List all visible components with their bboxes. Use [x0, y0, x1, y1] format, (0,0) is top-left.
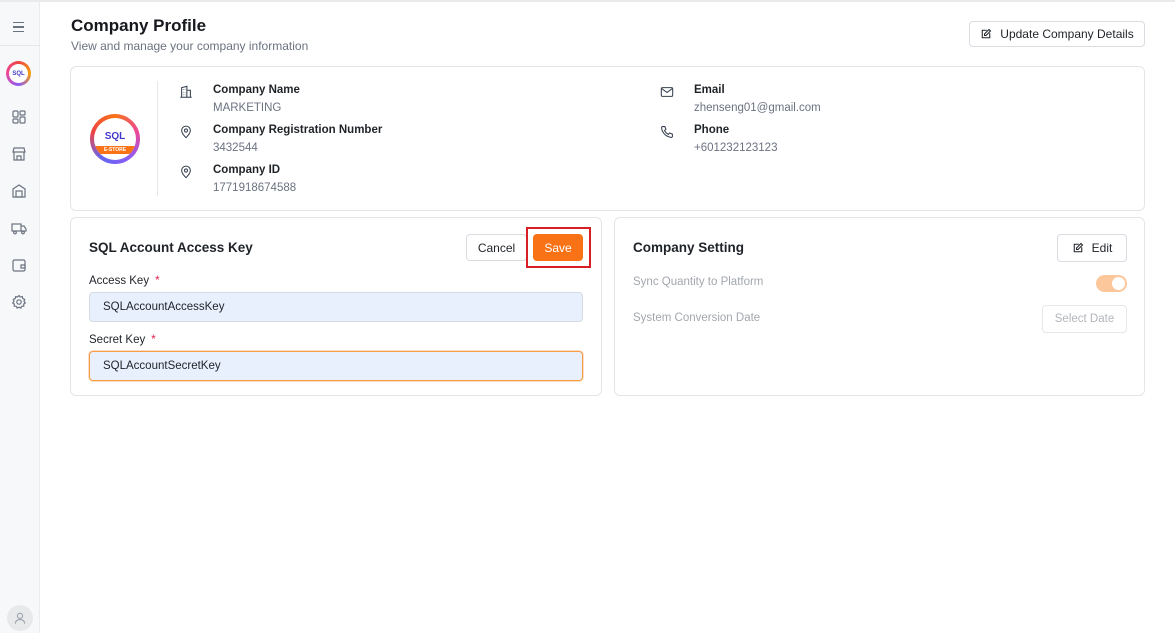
company-setting-title: Company Setting: [633, 240, 745, 255]
toggle-knob: [1112, 277, 1125, 290]
vertical-divider: [157, 81, 158, 196]
phone-value: +601232123123: [694, 142, 778, 154]
top-border: [0, 0, 1175, 2]
sidebar-divider: [0, 45, 40, 46]
edit-icon: [1073, 242, 1083, 253]
company-logo: SQL E-STORE: [90, 114, 140, 164]
page-subtitle: View and manage your company information: [71, 39, 309, 53]
phone-label: Phone: [694, 124, 730, 136]
reg-number-label: Company Registration Number: [213, 124, 383, 136]
sidebar-logo[interactable]: SQL: [6, 61, 31, 86]
email-label: Email: [694, 84, 725, 96]
building-icon: [179, 85, 193, 99]
reg-number-value: 3432544: [213, 142, 258, 154]
secret-key-input[interactable]: [89, 351, 583, 381]
mail-icon: [660, 85, 674, 99]
required-mark: *: [151, 334, 156, 346]
update-company-details-button[interactable]: Update Company Details: [969, 21, 1145, 47]
access-key-card-title: SQL Account Access Key: [89, 240, 253, 255]
sidebar-logo-text: SQL: [9, 64, 28, 83]
select-date-button[interactable]: Select Date: [1042, 305, 1127, 333]
edit-icon: [982, 28, 992, 39]
access-key-label: Access Key: [89, 275, 150, 287]
company-logo-inner: SQL E-STORE: [94, 118, 136, 160]
map-pin-icon: [179, 165, 193, 179]
truck-icon[interactable]: [11, 220, 27, 236]
company-id-label: Company ID: [213, 164, 281, 176]
store-icon[interactable]: [11, 146, 27, 162]
access-key-label-row: Access Key *: [89, 275, 160, 287]
save-button[interactable]: Save: [533, 234, 583, 261]
update-company-details-label: Update Company Details: [1000, 27, 1134, 41]
access-key-card: SQL Account Access Key Cancel Save Acces…: [70, 217, 602, 396]
secret-key-label: Secret Key: [89, 334, 146, 346]
warehouse-icon[interactable]: [11, 183, 27, 199]
user-avatar[interactable]: [7, 605, 33, 631]
edit-settings-label: Edit: [1091, 241, 1113, 255]
map-pin-icon: [179, 125, 193, 139]
company-name-label: Company Name: [213, 84, 300, 96]
menu-icon[interactable]: [10, 18, 28, 36]
cancel-button[interactable]: Cancel: [466, 234, 527, 261]
required-mark: *: [155, 275, 160, 287]
company-profile-card: SQL E-STORE Company Name MARKETING Compa…: [70, 66, 1145, 211]
dashboard-icon[interactable]: [11, 109, 27, 125]
company-id-value: 1771918674588: [213, 182, 297, 194]
wallet-icon[interactable]: [11, 257, 27, 273]
sidebar: SQL: [0, 2, 40, 633]
company-name-value: MARKETING: [213, 102, 282, 114]
conversion-date-label: System Conversion Date: [633, 312, 761, 324]
company-setting-card: Company Setting Edit Sync Quantity to Pl…: [614, 217, 1145, 396]
sync-quantity-toggle[interactable]: [1096, 275, 1127, 292]
company-logo-text: SQL: [104, 130, 126, 142]
secret-key-label-row: Secret Key *: [89, 334, 156, 346]
company-logo-band: E-STORE: [94, 146, 136, 154]
page-title: Company Profile: [71, 16, 207, 35]
access-key-input[interactable]: [89, 292, 583, 322]
sync-quantity-label: Sync Quantity to Platform: [633, 276, 764, 288]
phone-icon: [660, 125, 674, 139]
settings-icon[interactable]: [11, 294, 27, 310]
user-icon: [14, 612, 26, 624]
email-value: zhenseng01@gmail.com: [694, 102, 821, 114]
edit-settings-button[interactable]: Edit: [1057, 234, 1127, 262]
